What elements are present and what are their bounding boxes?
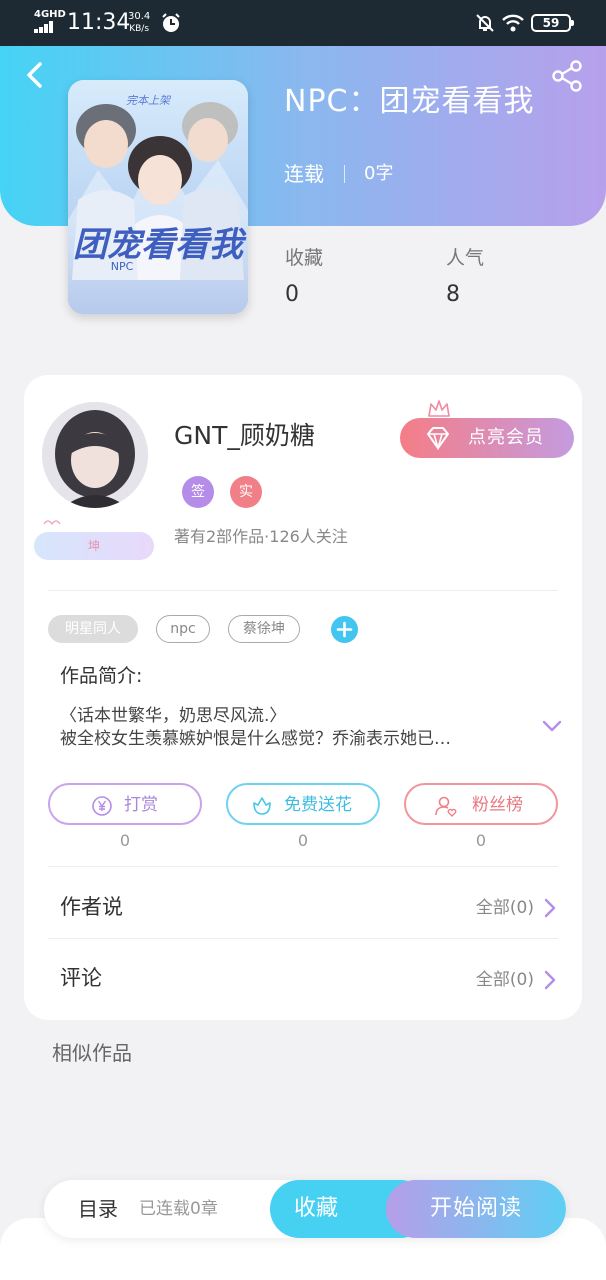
tip-button[interactable]: 打赏 (48, 783, 202, 825)
yen-icon (92, 796, 112, 816)
status-divider (344, 165, 345, 183)
cover-sub-art: NPC (111, 260, 134, 273)
wifi-icon (502, 14, 524, 32)
network-speed: 30.4 KB/s (128, 11, 150, 35)
intro-text-line: 被全校女生羡慕嫉妒恨是什么感觉？乔渝表示她已… (60, 729, 451, 749)
flower-icon (253, 797, 271, 815)
author-stats: 著有2部作品·126人关注 (174, 527, 348, 546)
speed-value: 30.4 (128, 11, 151, 22)
table-of-contents-button[interactable]: 目录 (78, 1180, 118, 1238)
fan-ranking-button[interactable]: 粉丝榜 (404, 783, 558, 825)
flower-count: 0 (297, 831, 309, 850)
speed-unit: KB/s (129, 24, 150, 34)
chevron-down-icon[interactable] (540, 716, 564, 736)
avatar-photo (42, 402, 148, 508)
mute-bell-icon (476, 14, 494, 32)
send-flower-button[interactable]: 免费送花 (226, 783, 380, 825)
favorites-count: 0 (285, 282, 299, 307)
fan-rank-icon (435, 796, 457, 817)
vip-label: 点亮会员 (468, 427, 544, 448)
divider (48, 590, 558, 591)
author-notes-all-link[interactable]: 全部(0) (440, 893, 534, 923)
share-icon[interactable] (550, 60, 584, 92)
tag-chip[interactable]: 明星同人 (48, 615, 138, 643)
cover-title-art: 团宠看看我 (73, 225, 247, 265)
chapter-count: 已连载0章 (139, 1199, 218, 1219)
fan-count: 0 (475, 831, 487, 850)
author-name[interactable]: GNT_顾奶糖 (174, 418, 315, 454)
status-bar: 4GHD 11:34 30.4 KB/s 59 (0, 0, 606, 46)
popularity-label: 人气 (446, 247, 485, 269)
divider (48, 938, 558, 939)
fan-badge: 坤 (34, 532, 154, 560)
back-arrow-icon[interactable] (20, 60, 50, 90)
word-count: 0字 (364, 163, 394, 184)
divider (48, 866, 558, 867)
bottom-action-bar: 目录 已连载0章 收藏 开始阅读 (44, 1180, 566, 1238)
intro-text-line: 〈话本世繁华，奶思尽风流.〉 (60, 706, 287, 726)
diamond-icon (427, 427, 449, 450)
intro-label: 作品简介: (60, 665, 143, 687)
tag-chip[interactable]: 蔡徐坤 (228, 615, 300, 643)
book-cover[interactable]: 团宠看看我 完本上架 NPC (68, 80, 248, 314)
plus-icon (336, 621, 353, 638)
signed-badge: 签 (182, 476, 214, 508)
comments-label[interactable]: 评论 (60, 963, 102, 993)
cover-illustration: 团宠看看我 完本上架 NPC (68, 80, 248, 314)
add-tag-button[interactable] (331, 616, 358, 643)
cover-top-art: 完本上架 (126, 94, 172, 107)
tip-count: 0 (119, 831, 131, 850)
chevron-right-icon[interactable] (542, 969, 558, 991)
tip-label: 打赏 (124, 795, 158, 815)
verified-badge: 实 (230, 476, 262, 508)
favorites-label: 收藏 (285, 247, 324, 269)
chevron-right-icon[interactable] (542, 897, 558, 919)
author-avatar[interactable] (42, 402, 148, 508)
book-title: NPC：团宠看看我 (284, 84, 535, 119)
book-status: 连载 (284, 162, 324, 186)
send-flower-label: 免费送花 (284, 795, 352, 815)
clock: 11:34 (67, 10, 131, 35)
signal-icon (34, 21, 58, 33)
battery-icon: 59 (531, 14, 574, 32)
alarm-icon (162, 13, 180, 32)
similar-works-title: 相似作品 (52, 1041, 132, 1065)
popularity-count: 8 (446, 282, 460, 307)
activate-vip-button[interactable]: 点亮会员 (400, 418, 574, 458)
fan-ranking-label: 粉丝榜 (472, 795, 523, 815)
tag-chip[interactable]: npc (156, 615, 210, 643)
network-type: 4GHD (34, 9, 66, 20)
author-notes-label[interactable]: 作者说 (60, 892, 123, 922)
comments-all-link[interactable]: 全部(0) (440, 965, 534, 995)
start-reading-button[interactable]: 开始阅读 (386, 1180, 566, 1238)
